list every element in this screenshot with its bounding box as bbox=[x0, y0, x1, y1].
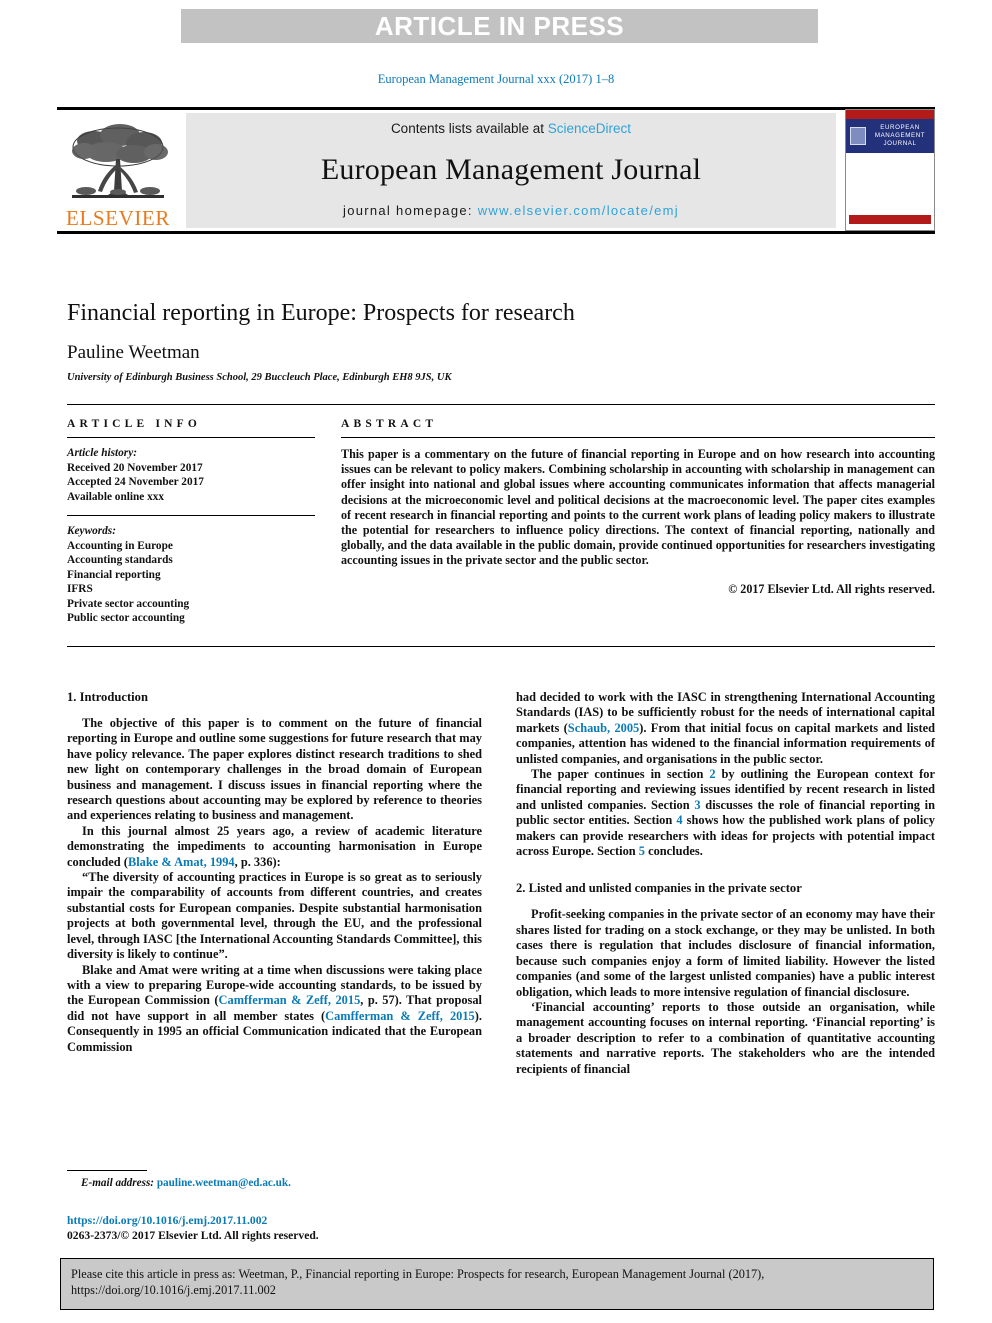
section-2-heading: 2. Listed and unlisted companies in the … bbox=[516, 881, 802, 896]
abstract-underline bbox=[341, 437, 935, 438]
contents-list-line: Contents lists available at ScienceDirec… bbox=[391, 121, 631, 136]
paragraph: ‘Financial accounting’ reports to those … bbox=[516, 999, 935, 1076]
contents-prefix: Contents lists available at bbox=[390, 121, 548, 136]
cover-emblem-icon bbox=[850, 127, 866, 145]
issn-copyright-line: 0263-2373/© 2017 Elsevier Ltd. All right… bbox=[67, 1228, 319, 1242]
elsevier-logo: ELSEVIER bbox=[59, 113, 177, 229]
keyword-item: Accounting in Europe bbox=[67, 539, 173, 552]
journal-cover-thumbnail: EUROPEAN MANAGEMENT JOURNAL bbox=[845, 109, 935, 231]
journal-title: European Management Journal bbox=[320, 152, 702, 186]
keyword-item: Public sector accounting bbox=[67, 612, 185, 624]
paragraph: Profit-seeking companies in the private … bbox=[516, 907, 935, 999]
article-in-press-label: ARTICLE IN PRESS bbox=[374, 10, 625, 41]
keywords-group: Keywords: Accounting in Europe Accountin… bbox=[67, 524, 315, 626]
running-head: European Management Journal xxx (2017) 1… bbox=[377, 72, 615, 86]
keyword-item: Accounting standards bbox=[67, 554, 173, 566]
article-info-underline bbox=[67, 437, 315, 438]
article-in-press-banner: ARTICLE IN PRESS bbox=[181, 9, 818, 43]
homepage-prefix: journal homepage: bbox=[343, 203, 478, 218]
email-footnote: E-mail address: pauline.weetman@ed.ac.uk… bbox=[67, 1177, 482, 1189]
doi-link[interactable]: https://doi.org/10.1016/j.emj.2017.11.00… bbox=[67, 1214, 487, 1229]
paragraph: The paper continues in section 2 by outl… bbox=[516, 767, 935, 859]
citation-link-camfferman-zeff-2[interactable]: Camfferman & Zeff, 2015 bbox=[325, 1009, 475, 1023]
keyword-item: Financial reporting bbox=[67, 568, 161, 581]
cite-this-article-box: Please cite this article in press as: We… bbox=[60, 1258, 934, 1310]
elsevier-tree-icon bbox=[72, 124, 168, 198]
article-info-separator bbox=[67, 515, 315, 516]
citation-link-camfferman-zeff-1[interactable]: Camfferman & Zeff, 2015 bbox=[219, 993, 361, 1007]
page-title: Financial reporting in Europe: Prospects… bbox=[67, 300, 575, 326]
paragraph-text: The paper continues in section bbox=[531, 767, 710, 782]
email-label: E-mail address: bbox=[81, 1177, 155, 1189]
sciencedirect-link[interactable]: ScienceDirect bbox=[548, 121, 631, 136]
article-info-column: ARTICLE INFO Article history: Received 2… bbox=[67, 418, 315, 626]
section-1-heading: 1. Introduction bbox=[67, 690, 148, 704]
paragraph-text: concludes. bbox=[644, 844, 703, 859]
cover-title-text: EUROPEAN MANAGEMENT JOURNAL bbox=[866, 124, 934, 148]
paragraph-text: , p. 336): bbox=[234, 854, 281, 869]
citation-link-schaub[interactable]: Schaub, 2005 bbox=[568, 721, 639, 735]
abstract-copyright: © 2017 Elsevier Ltd. All rights reserved… bbox=[728, 581, 935, 596]
paragraph: had decided to work with the IASC in str… bbox=[516, 690, 935, 767]
doi-block: https://doi.org/10.1016/j.emj.2017.11.00… bbox=[67, 1214, 487, 1243]
cover-top-bar bbox=[846, 110, 934, 119]
paragraph: In this journal almost 25 years ago, a r… bbox=[67, 824, 482, 870]
abstract-heading: ABSTRACT bbox=[341, 418, 438, 430]
journal-homepage-link[interactable]: www.elsevier.com/locate/emj bbox=[478, 203, 679, 218]
cover-title-band: EUROPEAN MANAGEMENT JOURNAL bbox=[846, 119, 934, 153]
cover-line-2: MANAGEMENT bbox=[874, 132, 926, 139]
email-link[interactable]: pauline.weetman@ed.ac.uk. bbox=[157, 1177, 291, 1189]
article-history-label: Article history: bbox=[67, 447, 137, 459]
paragraph: The objective of this paper is to commen… bbox=[67, 716, 482, 823]
author-name: Pauline Weetman bbox=[67, 341, 200, 363]
footnote-area: E-mail address: pauline.weetman@ed.ac.uk… bbox=[67, 1170, 482, 1189]
info-band-top-rule bbox=[67, 404, 935, 405]
title-block: Financial reporting in Europe: Prospects… bbox=[67, 299, 937, 383]
masthead-bottom-rule bbox=[57, 231, 935, 234]
paragraph-quote: “The diversity of accounting practices i… bbox=[67, 870, 482, 962]
cite-line-2: https://doi.org/10.1016/j.emj.2017.11.00… bbox=[71, 1283, 276, 1297]
abstract-text: This paper is a commentary on the future… bbox=[341, 447, 935, 568]
cover-line-3: JOURNAL bbox=[883, 140, 917, 147]
article-history-group: Article history: Received 20 November 20… bbox=[67, 446, 315, 504]
body-column-right: had decided to work with the IASC in str… bbox=[516, 690, 935, 1077]
citation-link-blake-amat[interactable]: Blake & Amat, 1994 bbox=[128, 855, 235, 869]
journal-masthead: ELSEVIER Contents lists available at Sci… bbox=[57, 107, 935, 234]
author-affiliation: University of Edinburgh Business School,… bbox=[67, 371, 452, 383]
cover-line-1: EUROPEAN bbox=[880, 124, 920, 131]
journal-homepage-line: journal homepage: www.elsevier.com/locat… bbox=[343, 203, 679, 218]
cover-bottom-bar bbox=[849, 215, 931, 224]
keyword-item: IFRS bbox=[67, 583, 93, 595]
elsevier-wordmark: ELSEVIER bbox=[66, 206, 170, 230]
paragraph: Blake and Amat were writing at a time wh… bbox=[67, 963, 482, 1055]
cover-blank-area bbox=[846, 153, 934, 211]
footnote-rule bbox=[67, 1170, 147, 1171]
keyword-item: Private sector accounting bbox=[67, 597, 190, 610]
article-info-heading: ARTICLE INFO bbox=[67, 418, 202, 430]
masthead-top-rule bbox=[57, 107, 935, 110]
abstract-column: ABSTRACT This paper is a commentary on t… bbox=[341, 418, 935, 597]
article-accepted-date: Accepted 24 November 2017 bbox=[67, 476, 204, 488]
article-available-online: Available online xxx bbox=[67, 490, 165, 503]
keywords-label: Keywords: bbox=[67, 525, 116, 537]
cite-line-1: Please cite this article in press as: We… bbox=[71, 1267, 765, 1281]
body-column-left: 1. Introduction The objective of this pa… bbox=[67, 690, 482, 1055]
masthead-center-panel: Contents lists available at ScienceDirec… bbox=[186, 113, 836, 228]
info-band-bottom-rule bbox=[67, 646, 935, 647]
article-received-date: Received 20 November 2017 bbox=[67, 461, 203, 474]
